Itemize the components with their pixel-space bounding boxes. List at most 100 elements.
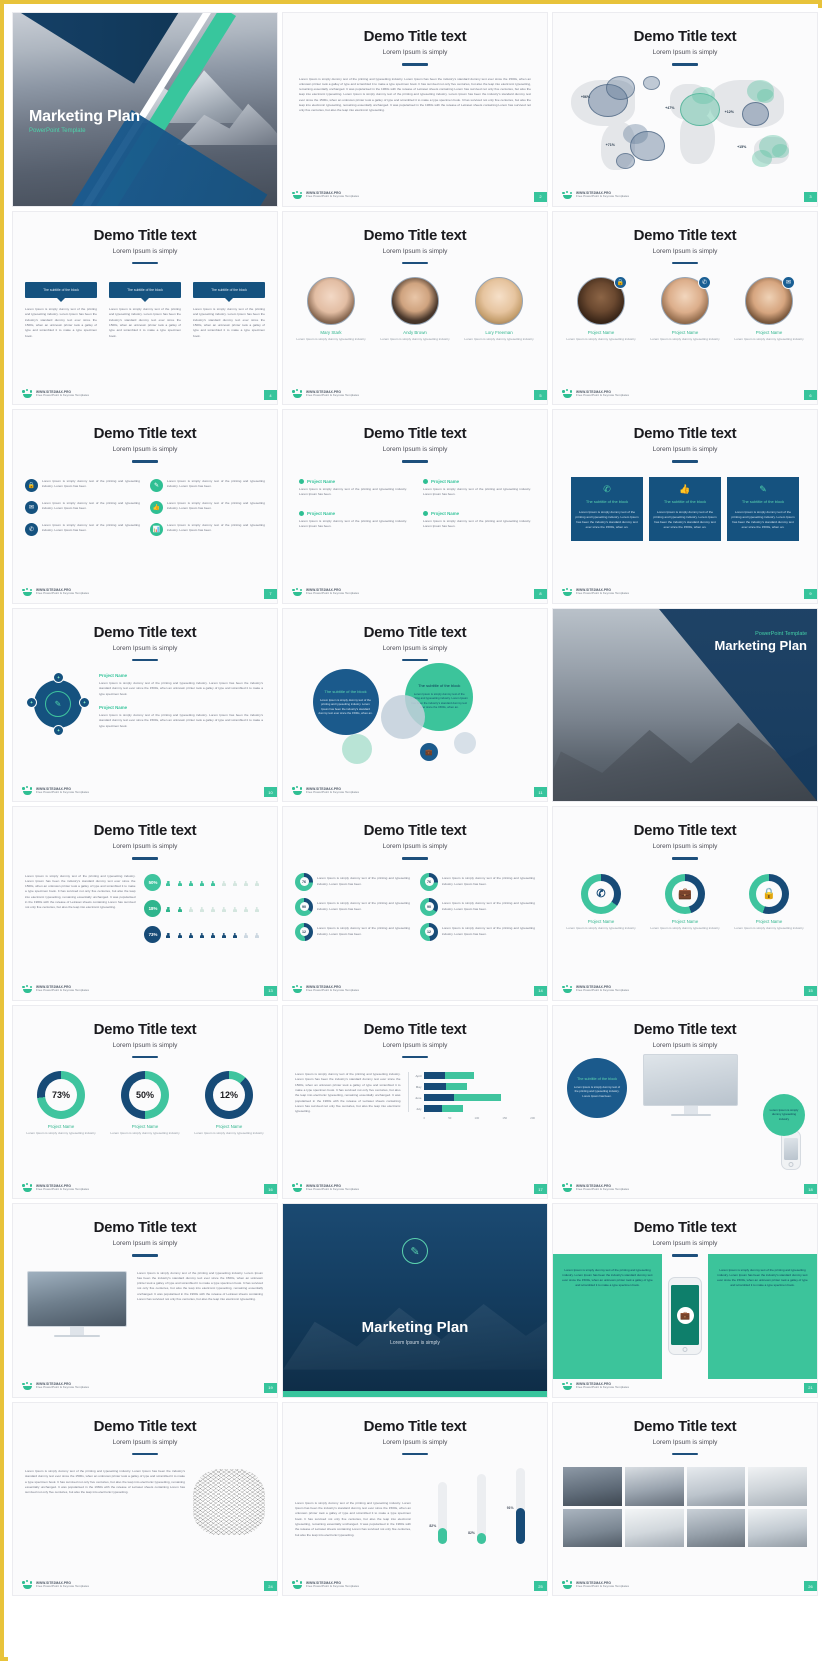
- slide-thumbnail-20[interactable]: ✎ Marketing Plan Lorem Ipsum is simply: [282, 1203, 548, 1398]
- project-item[interactable]: Project Name Lorem Ipsum is simply dummy…: [423, 478, 531, 498]
- avatar: [475, 277, 523, 325]
- page-title: Demo Title text: [363, 226, 467, 244]
- footer-tagline: Free PowerPoint & Keynote Templates: [576, 1385, 630, 1390]
- slide-thumbnail-18[interactable]: Demo Title text Lorem Ipsum is simply Th…: [552, 1004, 818, 1199]
- page-number-badge: 11: [534, 787, 547, 797]
- left-panel[interactable]: Lorem Ipsum is simply dummy text of the …: [553, 1254, 662, 1379]
- world-map: +56% +47% +12% +71% +15%: [561, 69, 809, 179]
- icon-list-item[interactable]: ✆ Lorem Ipsum is simply dummy text of th…: [25, 522, 140, 536]
- slide-thumbnail-1[interactable]: Marketing Plan PowerPoint Template: [12, 12, 278, 207]
- slide-thumbnail-9[interactable]: Demo Title text Lorem Ipsum is simply ✆ …: [552, 409, 818, 604]
- project-item[interactable]: Project Name Lorem Ipsum is simply dummy…: [299, 478, 407, 498]
- slide-thumbnail-13[interactable]: Demo Title text Lorem Ipsum is simply Lo…: [12, 806, 278, 1001]
- donut-item[interactable]: 12 Lorem Ipsum is simply dummy text of t…: [295, 922, 410, 941]
- slide-thumbnail-8[interactable]: Demo Title text Lorem Ipsum is simply Pr…: [282, 409, 548, 604]
- donut-item[interactable]: 76 Lorem Ipsum is simply dummy text of t…: [420, 872, 535, 891]
- slide-thumbnail-3[interactable]: Demo Title text Lorem Ipsum is simply +5…: [552, 12, 818, 207]
- project-item[interactable]: Project Name Lorem Ipsum is simply dummy…: [99, 705, 263, 729]
- donut-chart: 12%: [205, 1071, 253, 1119]
- block-item[interactable]: The subtitle of the block Lorem Ipsum is…: [193, 282, 265, 339]
- slide-thumbnail-12[interactable]: PowerPoint Template Marketing Plan: [552, 607, 818, 802]
- block-subtitle: The subtitle of the block: [25, 282, 97, 298]
- icon-list-item[interactable]: 🔒 Lorem Ipsum is simply dummy text of th…: [25, 478, 140, 492]
- page-title: Demo Title text: [633, 1020, 737, 1038]
- footer: WWW.SITE2MAX.PRO Free PowerPoint & Keyno…: [292, 1580, 359, 1589]
- icon-list-item[interactable]: ✎ Lorem Ipsum is simply dummy text of th…: [150, 478, 265, 492]
- donut-item[interactable]: 12% Project Name Lorem Ipsum is simply d…: [193, 1071, 265, 1136]
- photo-tile[interactable]: [686, 1467, 746, 1506]
- donut-item[interactable]: 💼 Project Name Lorem Ipsum is simply dum…: [649, 873, 721, 931]
- donut-item[interactable]: 50% Project Name Lorem Ipsum is simply d…: [109, 1071, 181, 1136]
- map-label-2: +12%: [724, 109, 734, 114]
- photo-tile[interactable]: [624, 1467, 684, 1506]
- team-member[interactable]: ✉ Project Name Lorem Ipsum is simply dum…: [733, 276, 805, 342]
- slide-thumbnail-6[interactable]: Demo Title text Lorem Ipsum is simply 🔒 …: [552, 210, 818, 405]
- cover-title: Marketing Plan: [361, 1319, 469, 1336]
- site-logo-icon: [292, 1183, 303, 1192]
- block-item[interactable]: The subtitle of the block Lorem Ipsum is…: [109, 282, 181, 339]
- project-desc: Lorem Ipsum is simply dummy typesetting …: [734, 925, 804, 930]
- donut-item[interactable]: 90 Lorem Ipsum is simply dummy text of t…: [420, 897, 535, 916]
- navy-card[interactable]: 👍 The subtitle of the block Lorem Ipsum …: [649, 476, 721, 541]
- icon-list-item[interactable]: ✉ Lorem Ipsum is simply dummy text of th…: [25, 500, 140, 514]
- page-title: Demo Title text: [363, 822, 467, 839]
- page-title: Demo Title text: [633, 822, 737, 839]
- slide-thumbnail-10[interactable]: Demo Title text Lorem Ipsum is simply ✎ …: [12, 607, 278, 802]
- slide-thumbnail-5[interactable]: Demo Title text Lorem Ipsum is simply Ma…: [282, 210, 548, 405]
- team-member[interactable]: Mary Stark Lorem Ipsum is simply dummy t…: [295, 277, 367, 342]
- project-item[interactable]: Project Name Lorem Ipsum is simply dummy…: [99, 673, 263, 697]
- page-number-badge: 25: [534, 1581, 547, 1591]
- stat-row: 73%: [144, 926, 265, 944]
- photo-tile[interactable]: [563, 1508, 622, 1547]
- block-item[interactable]: The subtitle of the block Lorem Ipsum is…: [25, 282, 97, 339]
- slide-thumbnail-21[interactable]: Demo Title text Lorem Ipsum is simply Lo…: [552, 1203, 818, 1398]
- right-panel[interactable]: Lorem Ipsum is simply dummy text of the …: [708, 1254, 817, 1379]
- slide-thumbnail-25[interactable]: Demo Title text Lorem Ipsum is simply Lo…: [282, 1401, 548, 1596]
- donut-item[interactable]: ✆ Project Name Lorem Ipsum is simply dum…: [565, 873, 637, 931]
- slide-thumbnail-24[interactable]: Demo Title text Lorem Ipsum is simply Lo…: [12, 1401, 278, 1596]
- bubble-primary[interactable]: The subtitle of the block Lorem Ipsum is…: [312, 669, 379, 736]
- donut-item[interactable]: 12 Lorem Ipsum is simply dummy text of t…: [420, 922, 535, 941]
- slide-thumbnail-16[interactable]: Demo Title text Lorem Ipsum is simply 73…: [12, 1004, 278, 1199]
- team-member[interactable]: Andy Brown Lorem Ipsum is simply dummy t…: [379, 277, 451, 342]
- team-member[interactable]: Lory Freeman Lorem Ipsum is simply dummy…: [463, 277, 535, 342]
- photo-tile[interactable]: [748, 1508, 807, 1547]
- slide-thumbnail-15[interactable]: Demo Title text Lorem Ipsum is simply ✆ …: [552, 806, 818, 1001]
- team-row: 🔒 Project Name Lorem Ipsum is simply dum…: [553, 276, 817, 342]
- project-item[interactable]: Project Name Lorem Ipsum is simply dummy…: [299, 511, 407, 530]
- site-logo-icon: [22, 786, 33, 795]
- lock-icon: 🔒: [614, 276, 627, 289]
- donut-item[interactable]: 76 Lorem Ipsum is simply dummy text of t…: [295, 872, 410, 891]
- donut-item[interactable]: 73% Project Name Lorem Ipsum is simply d…: [25, 1071, 97, 1136]
- team-member[interactable]: ✆ Project Name Lorem Ipsum is simply dum…: [649, 276, 721, 342]
- pencil-icon: ✎: [54, 699, 62, 709]
- footer: WWW.SITE2MAX.PRO Free PowerPoint & Keyno…: [292, 389, 359, 398]
- slide-thumbnail-19[interactable]: Demo Title text Lorem Ipsum is simply Lo…: [12, 1203, 278, 1398]
- navy-card[interactable]: ✎ The subtitle of the block Lorem Ipsum …: [727, 476, 799, 541]
- slide-thumbnail-17[interactable]: Demo Title text Lorem Ipsum is simply Lo…: [282, 1004, 548, 1199]
- project-item[interactable]: Project Name Lorem Ipsum is simply dummy…: [423, 511, 531, 530]
- bubble-secondary[interactable]: Lorem Ipsum is simply dummy typesetting …: [763, 1093, 805, 1136]
- navy-card[interactable]: ✆ The subtitle of the block Lorem Ipsum …: [571, 476, 643, 541]
- site-logo-icon: [292, 1580, 303, 1589]
- mesh-graphic: [193, 1469, 265, 1535]
- donut-item[interactable]: 90 Lorem Ipsum is simply dummy text of t…: [295, 897, 410, 916]
- photo-tile[interactable]: [624, 1508, 684, 1547]
- photo-tile[interactable]: [748, 1467, 807, 1506]
- stat-value: 50%: [144, 874, 162, 891]
- donut-item[interactable]: 🔒 Project Name Lorem Ipsum is simply dum…: [733, 873, 805, 931]
- project-desc: Lorem Ipsum is simply dummy typesetting …: [26, 1131, 96, 1135]
- slide-thumbnail-2[interactable]: Demo Title text Lorem Ipsum is simply Lo…: [282, 12, 548, 207]
- icon-list-item[interactable]: 👍 Lorem Ipsum is simply dummy text of th…: [150, 500, 265, 514]
- member-name: Mary Stark: [320, 330, 342, 335]
- slide-thumbnail-7[interactable]: Demo Title text Lorem Ipsum is simply 🔒 …: [12, 409, 278, 604]
- bubble-primary[interactable]: The subtitle of the block Lorem Ipsum is…: [567, 1057, 627, 1118]
- slide-thumbnail-4[interactable]: Demo Title text Lorem Ipsum is simply Th…: [12, 210, 278, 405]
- slide-thumbnail-11[interactable]: Demo Title text Lorem Ipsum is simply Th…: [282, 607, 548, 802]
- photo-tile[interactable]: [686, 1508, 746, 1547]
- photo-tile[interactable]: [563, 1467, 622, 1506]
- slide-thumbnail-26[interactable]: Demo Title text Lorem Ipsum is simply WW…: [552, 1401, 818, 1596]
- slide-thumbnail-14[interactable]: Demo Title text Lorem Ipsum is simply 76…: [282, 806, 548, 1001]
- icon-list-item[interactable]: 📊 Lorem Ipsum is simply dummy text of th…: [150, 522, 265, 536]
- team-member[interactable]: 🔒 Project Name Lorem Ipsum is simply dum…: [565, 276, 637, 342]
